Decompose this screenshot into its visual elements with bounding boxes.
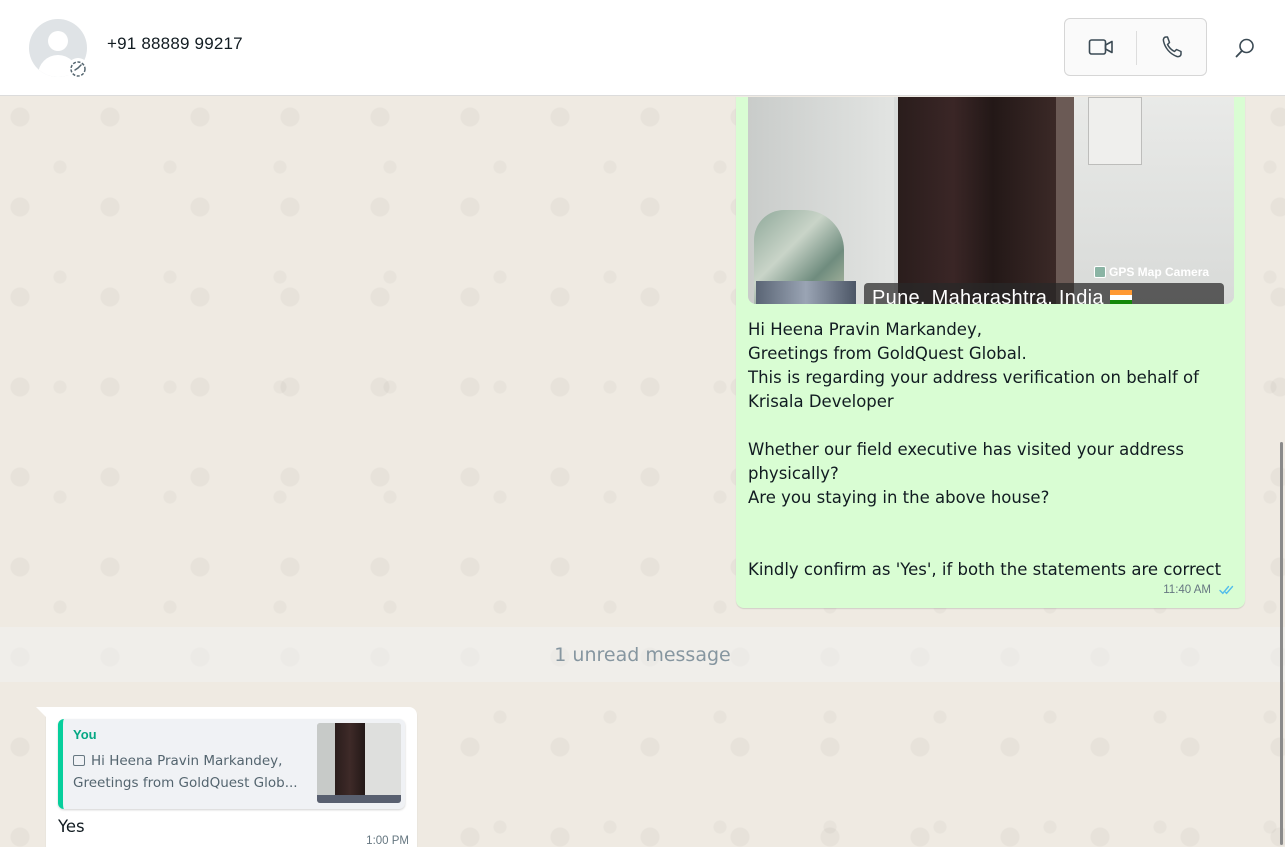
chat-area[interactable]: GPS Map Camera Pune, Maharashtra, India … [0,97,1285,847]
message-text: Hi Heena Pravin Markandey, Greetings fro… [748,318,1228,582]
search-icon [1235,38,1254,58]
status-ring-icon [67,58,89,80]
double-check-icon [1219,585,1234,595]
quote-thumbnail [317,723,401,803]
thumb-wall [317,723,335,803]
quoted-message[interactable]: You Hi Heena Pravin Markandey, Greetings… [58,719,405,809]
unread-divider-label: 1 unread message [554,643,731,666]
avatar-head [48,31,68,51]
gps-badge: GPS Map Camera [1094,265,1209,279]
voice-call-button[interactable] [1137,19,1207,75]
gps-badge-label: GPS Map Camera [1109,265,1210,279]
photo-door [898,97,1056,304]
contact-name[interactable]: +91 88889 99217 [107,34,243,54]
gps-location-caption: Pune, Maharashtra, India [864,283,1224,304]
call-button-group [1064,18,1207,76]
video-call-button[interactable] [1065,19,1136,75]
unread-divider: 1 unread message [0,627,1285,682]
message-line [748,534,1228,558]
message-line [748,510,1228,534]
chat-scrollbar[interactable] [1280,442,1283,845]
message-time: 11:40 AM [1163,584,1211,596]
reply-text: Yes [58,817,85,836]
message-time: 1:00 PM [366,835,409,847]
thumb-door [335,723,365,803]
search-button[interactable] [1230,33,1260,63]
quote-author: You [73,727,97,742]
bubble-tail [36,707,46,717]
message-line: Kindly confirm as 'Yes', if both the sta… [748,560,1222,579]
gps-map-thumbnail [756,281,856,304]
photo-switchboard [1088,97,1142,165]
quote-line: Hi Heena Pravin Markandey, [91,753,283,769]
quote-body: Hi Heena Pravin Markandey, Greetings fro… [73,750,298,794]
message-line: Hi Heena Pravin Markandey, [748,320,982,339]
thumb-caption-strip [317,795,401,803]
chat-header: +91 88889 99217 [0,0,1285,96]
message-photo[interactable]: GPS Map Camera Pune, Maharashtra, India [748,97,1234,304]
message-line: Krisala Developer [748,392,894,411]
image-icon [73,755,85,766]
incoming-message[interactable]: You Hi Heena Pravin Markandey, Greetings… [36,707,417,847]
gps-location-text: Pune, Maharashtra, India [872,287,1104,304]
outgoing-message[interactable]: GPS Map Camera Pune, Maharashtra, India … [736,97,1245,608]
message-line: Are you staying in the above house? [748,488,1050,507]
india-flag-icon [1109,290,1132,304]
message-line: Whether our field executive has visited … [748,440,1184,459]
message-line: Greetings from GoldQuest Global. [748,344,1027,363]
video-call-icon [1088,39,1113,55]
message-line: This is regarding your address verificat… [748,368,1199,387]
quote-line: Greetings from GoldQuest Glob... [73,775,298,791]
message-line [748,414,1228,438]
gps-camera-icon [1094,266,1106,278]
thumb-wall-right [365,723,401,803]
voice-call-icon [1162,36,1182,58]
message-meta: 11:40 AM [1163,584,1235,596]
message-line: physically? [748,464,839,483]
photo-door-frame [1056,97,1074,304]
